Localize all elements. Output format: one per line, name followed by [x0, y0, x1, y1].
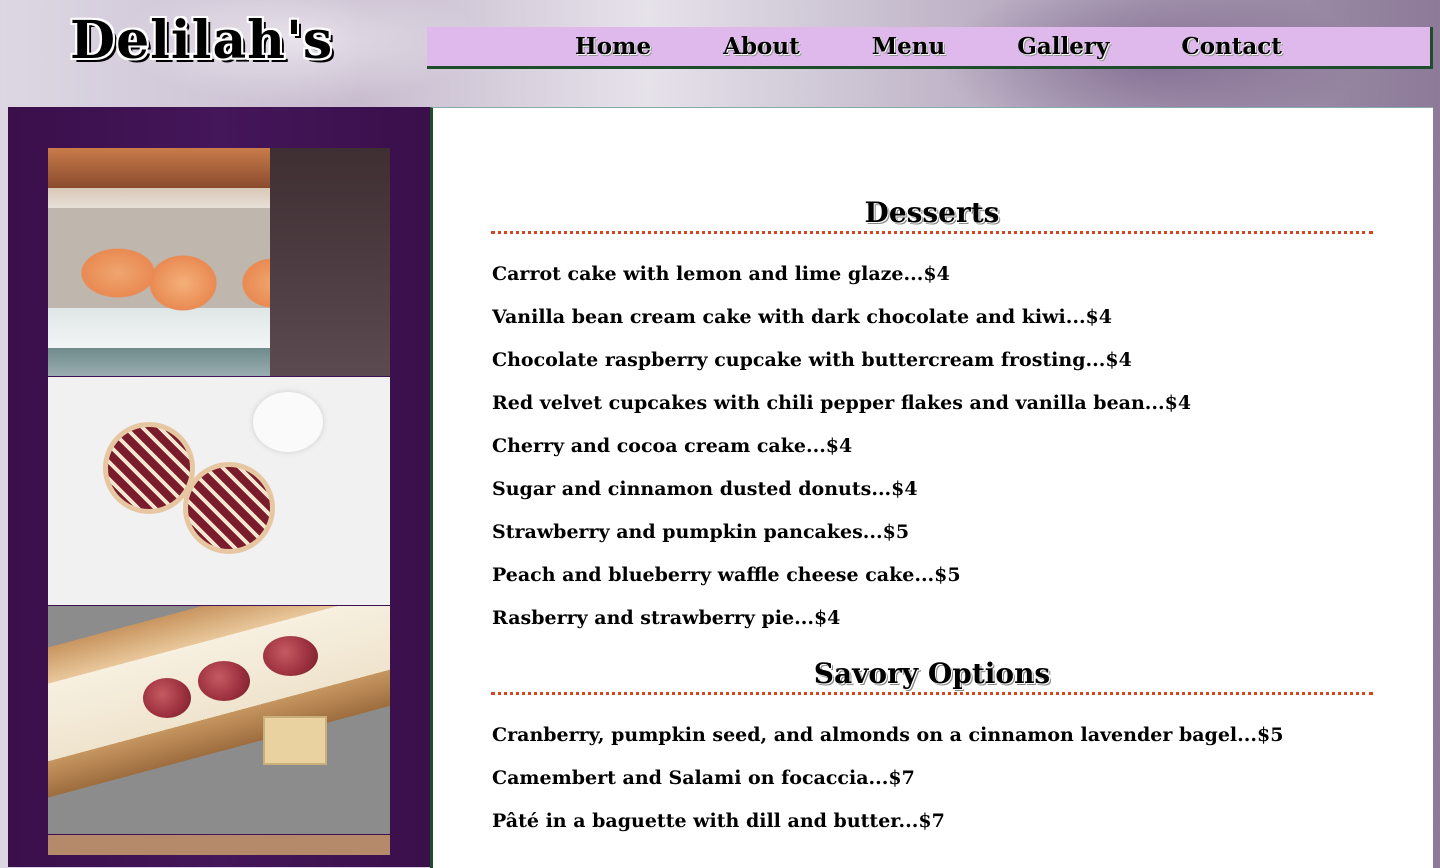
menu-item: Carrot cake with lemon and lime glaze...…	[492, 263, 950, 285]
nav-contact[interactable]: Contact	[1181, 33, 1282, 60]
berry-pies-photo	[48, 377, 390, 605]
menu-item: Cherry and cocoa cream cake...$4	[492, 435, 853, 457]
nav-gallery[interactable]: Gallery	[1017, 33, 1109, 60]
nav-about[interactable]: About	[723, 33, 800, 60]
next-photo	[48, 835, 390, 855]
menu-item: Strawberry and pumpkin pancakes...$5	[492, 521, 910, 543]
menu-item: Vanilla bean cream cake with dark chocol…	[492, 306, 1112, 328]
desserts-list: Carrot cake with lemon and lime glaze...…	[492, 263, 1191, 650]
butter-package-shape	[263, 716, 327, 765]
photo-sidebar	[8, 107, 430, 867]
menu-item: Rasberry and strawberry pie...$4	[492, 607, 841, 629]
menu-item: Peach and blueberry waffle cheese cake..…	[492, 564, 961, 586]
cupcakes-photo	[48, 148, 390, 376]
main-nav: Home About Menu Gallery Contact	[427, 27, 1433, 69]
menu-item: Camembert and Salami on focaccia...$7	[492, 767, 915, 789]
salami-shape	[143, 678, 191, 718]
menu-item: Red velvet cupcakes with chili pepper fl…	[492, 392, 1192, 414]
site-title: Delilah's	[70, 10, 334, 71]
nav-home[interactable]: Home	[575, 33, 651, 60]
teapot-shape	[253, 392, 323, 452]
savory-heading: Savory Options	[491, 657, 1373, 695]
desserts-heading: Desserts	[491, 196, 1373, 234]
baguette-photo	[48, 606, 390, 834]
savory-list: Cranberry, pumpkin seed, and almonds on …	[492, 724, 1283, 853]
salami-shape	[263, 636, 318, 676]
menu-item: Cranberry, pumpkin seed, and almonds on …	[492, 724, 1284, 746]
pie-shape	[103, 422, 195, 514]
nav-menu[interactable]: Menu	[872, 33, 946, 60]
salami-shape	[198, 661, 250, 701]
pie-shape	[183, 462, 275, 554]
menu-item: Sugar and cinnamon dusted donuts...$4	[492, 478, 918, 500]
menu-item: Pâté in a baguette with dill and butter.…	[492, 810, 945, 832]
menu-item: Chocolate raspberry cupcake with butterc…	[492, 349, 1132, 371]
menu-content: Desserts Carrot cake with lemon and lime…	[430, 107, 1433, 868]
